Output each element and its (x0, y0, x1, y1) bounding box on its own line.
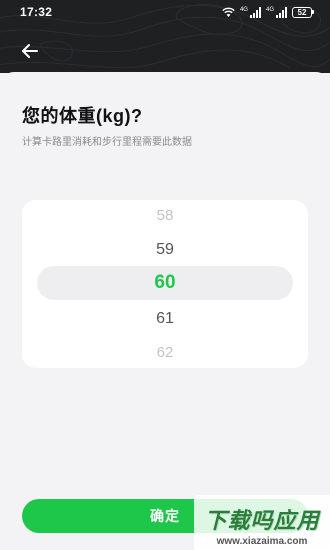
back-button[interactable] (18, 39, 42, 63)
picker-option[interactable]: 59 (22, 241, 308, 259)
main-content: 您的体重(kg)? 计算卡路里消耗和步行里程需要此数据 58 59 60 61 … (0, 72, 330, 549)
picker-option[interactable]: 61 (22, 310, 308, 328)
picker-option[interactable]: 62 (22, 344, 308, 361)
page-subtitle: 计算卡路里消耗和步行里程需要此数据 (22, 137, 192, 148)
battery-level: 52 (292, 6, 312, 18)
page-title: 您的体重(kg)? (22, 106, 143, 126)
picker-option[interactable]: 58 (22, 207, 308, 224)
weight-picker[interactable]: 58 59 60 61 62 (22, 200, 308, 368)
status-time: 17:32 (20, 5, 53, 19)
battery-icon: 52 (292, 6, 314, 18)
status-icons: 4G 4G 52 (222, 5, 314, 19)
arrow-left-icon (22, 44, 38, 58)
wifi-icon (222, 7, 235, 17)
picker-option-selected[interactable]: 60 (22, 272, 308, 294)
signal-2-icon: 4G (266, 6, 287, 18)
status-bar: 17:32 4G 4G 52 (0, 0, 330, 26)
watermark-url: www.xiazaima.com (216, 536, 308, 547)
watermark-logo: 下载吗应用 www.xiazaima.com (194, 495, 330, 550)
signal-1-icon: 4G (240, 6, 261, 18)
header-bar: 17:32 4G 4G 52 (0, 0, 330, 73)
watermark-title: 下载吗应用 (204, 509, 320, 534)
